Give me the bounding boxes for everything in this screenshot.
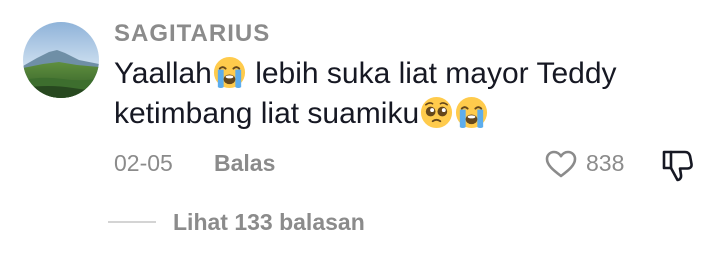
comment-date: 02-05	[114, 150, 173, 176]
view-replies-label: Lihat 133 balasan	[173, 209, 365, 235]
comment-text-segment: Yaallah	[114, 57, 212, 90]
comment-actions: 02-05 Balas 838	[114, 148, 704, 182]
like-count: 838	[586, 150, 625, 176]
thumbs-down-outline-icon	[662, 150, 693, 182]
dislike-button[interactable]	[659, 148, 695, 182]
comment-text-segment: ketimbang liat suamiku	[114, 97, 420, 130]
view-replies-button[interactable]: Lihat 133 balasan	[108, 208, 508, 236]
replies-divider	[108, 221, 156, 223]
loudly-crying-face-icon	[454, 95, 489, 130]
comment-text-segment: lebih suka liat mayor Teddy	[246, 57, 617, 90]
reply-button[interactable]: Balas	[214, 150, 275, 177]
comment-text: Yaallah lebih suka liat mayor Teddy keti…	[114, 54, 704, 134]
heart-outline-icon	[545, 150, 577, 178]
loudly-crying-face-icon	[212, 55, 247, 90]
like-button[interactable]: 838	[544, 148, 634, 178]
avatar[interactable]	[23, 22, 99, 98]
username[interactable]: SAGITARIUS	[114, 20, 270, 48]
avatar-landscape-image	[23, 22, 99, 98]
comment-item: SAGITARIUS Yaallah lebih suka liat mayor…	[0, 0, 720, 273]
pleading-face-icon	[419, 95, 454, 130]
